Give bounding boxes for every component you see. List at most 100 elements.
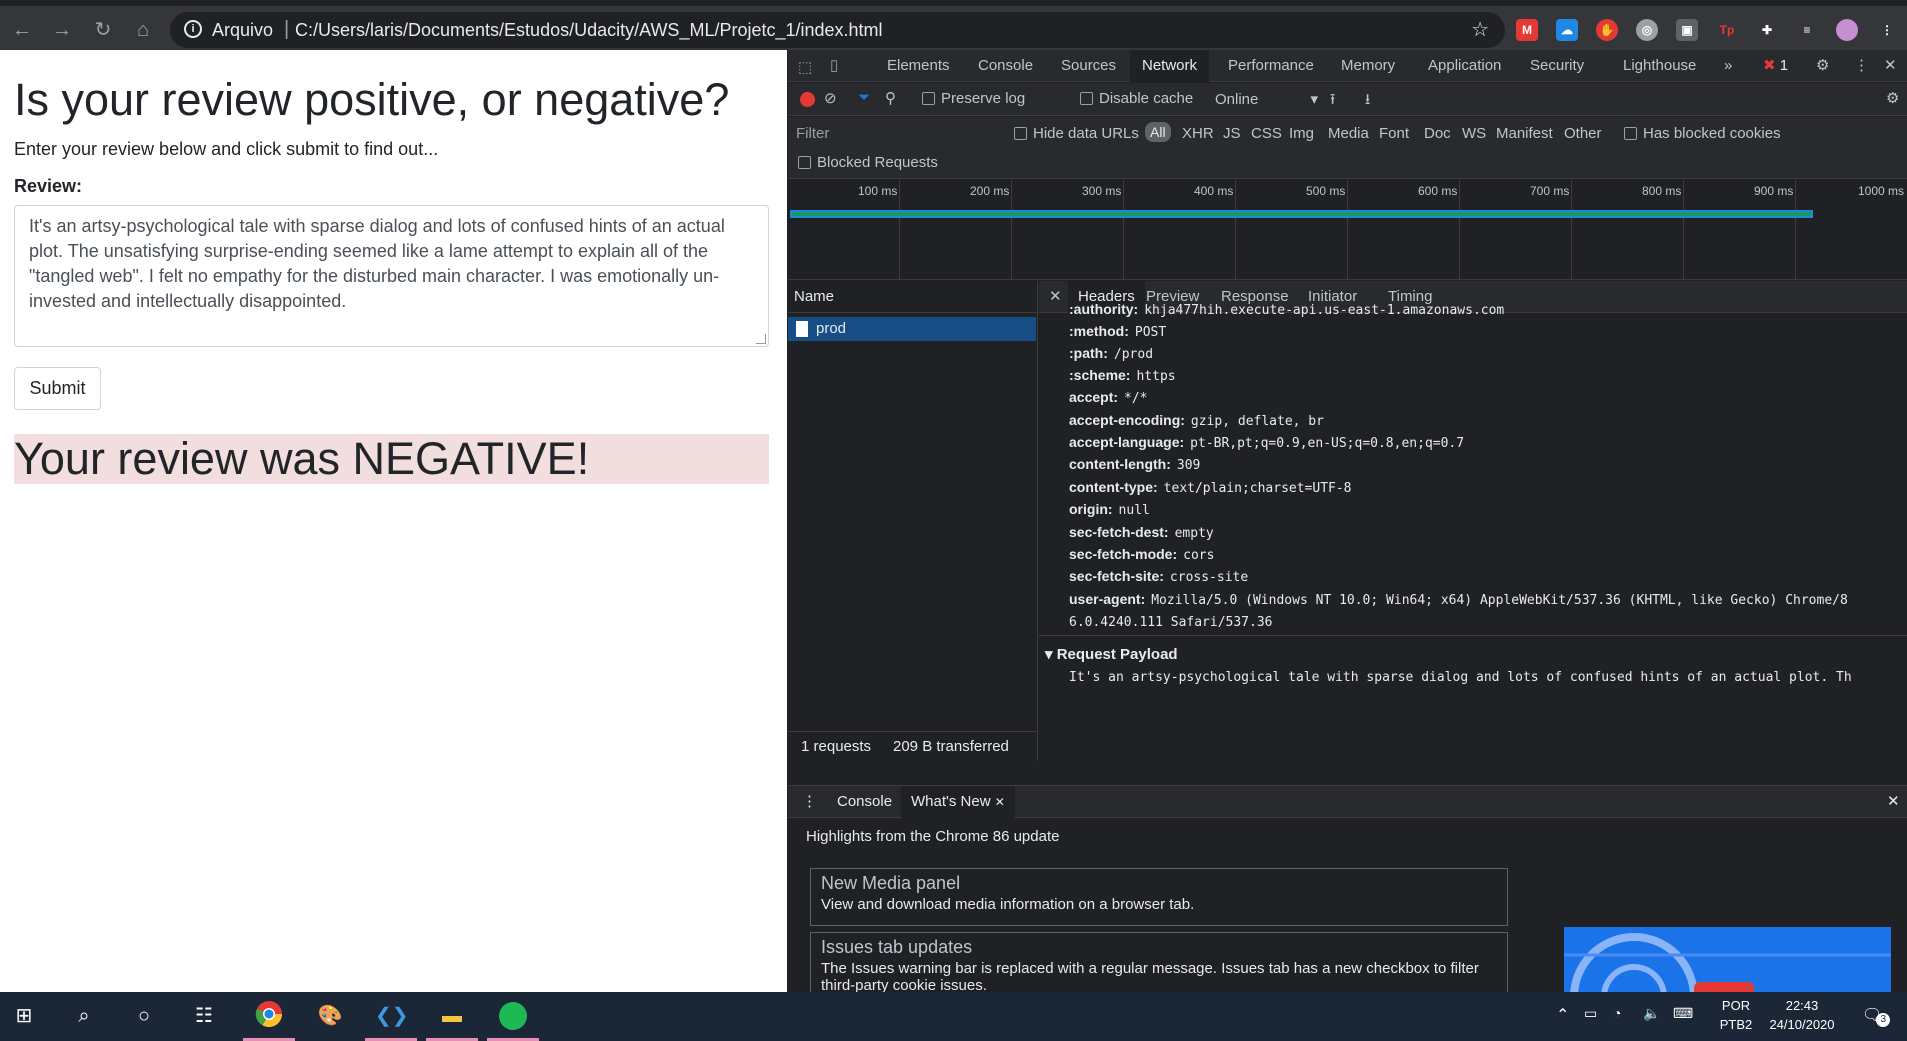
address-bar[interactable]: i Arquivo | C:/Users/laris/Documents/Est…	[170, 12, 1505, 48]
paint-app-icon[interactable]: 🎨	[314, 1000, 346, 1032]
drawer-close-icon[interactable]: ✕	[1887, 792, 1900, 810]
header-row: 6.0.4240.111 Safari/537.36	[1069, 613, 1273, 630]
tab-security[interactable]: Security	[1530, 50, 1584, 82]
tab-application[interactable]: Application	[1428, 50, 1501, 82]
export-har-icon[interactable]: ⭳	[1365, 89, 1370, 114]
submit-button[interactable]: Submit	[14, 367, 101, 410]
info-icon[interactable]: i	[184, 20, 202, 38]
whats-new-card[interactable]: Issues tab updates The Issues warning ba…	[810, 932, 1508, 993]
filter-type-css[interactable]: CSS	[1251, 125, 1282, 142]
filter-type-js[interactable]: JS	[1223, 125, 1241, 142]
close-details-icon[interactable]: ✕	[1049, 281, 1062, 313]
preserve-log-checkbox[interactable]: Preserve log	[922, 90, 1025, 107]
forward-icon[interactable]: →	[48, 16, 76, 44]
throttle-select[interactable]: Online ▾	[1215, 90, 1318, 108]
request-name: prod	[816, 320, 847, 337]
tab-sources[interactable]: Sources	[1061, 50, 1116, 82]
close-tab-icon[interactable]: ✕	[995, 795, 1005, 809]
has-blocked-cookies-label: Has blocked cookies	[1643, 125, 1781, 142]
language-indicator[interactable]: POR PTB2	[1716, 998, 1756, 1032]
preserve-log-label: Preserve log	[941, 90, 1026, 107]
request-payload-header[interactable]: ▾ Request Payload	[1045, 645, 1178, 663]
battery-icon[interactable]: ▭	[1584, 1005, 1597, 1022]
record-icon[interactable]	[800, 92, 815, 107]
filter-type-xhr[interactable]: XHR	[1182, 125, 1214, 142]
chrome-taskbar-icon[interactable]	[253, 1000, 285, 1032]
request-payload-body: It's an artsy-psychological tale with sp…	[1069, 670, 1852, 685]
blocked-requests-checkbox[interactable]: Blocked Requests	[798, 154, 938, 171]
filter-type-other[interactable]: Other	[1564, 125, 1602, 142]
back-icon[interactable]: ←	[8, 16, 36, 44]
vscode-icon[interactable]: ❮❯	[375, 1000, 409, 1032]
extensions-puzzle-icon[interactable]: ✚	[1756, 19, 1778, 41]
url-text[interactable]: C:/Users/laris/Documents/Estudos/Udacity…	[295, 20, 883, 41]
filter-type-img[interactable]: Img	[1289, 125, 1314, 142]
extension-tp-icon[interactable]: Tp	[1716, 19, 1738, 41]
drawer-tab-console[interactable]: Console	[837, 793, 892, 810]
drawer-menu-icon[interactable]: ⋮	[802, 792, 817, 810]
error-badge[interactable]: ✖ 1	[1763, 50, 1788, 82]
whats-new-card[interactable]: New Media panel View and download media …	[810, 868, 1508, 926]
tray-chevron-icon[interactable]: ⌃	[1556, 1005, 1569, 1025]
menu-dots-icon[interactable]: ⋮	[1876, 19, 1898, 41]
bookmark-star-icon[interactable]: ☆	[1471, 17, 1489, 42]
name-column-header[interactable]: Name	[788, 281, 1037, 313]
devtools-close-icon[interactable]: ✕	[1884, 50, 1897, 82]
file-explorer-icon[interactable]: ▬	[436, 1000, 468, 1032]
network-settings-icon[interactable]: ⚙	[1886, 89, 1899, 107]
has-blocked-cookies-checkbox[interactable]: Has blocked cookies	[1624, 125, 1781, 142]
more-tabs-icon[interactable]: »	[1724, 50, 1732, 82]
search-icon[interactable]: ⚲	[885, 89, 896, 107]
request-row[interactable]: prod	[788, 317, 1036, 341]
tab-memory[interactable]: Memory	[1341, 50, 1395, 82]
media-control-icon[interactable]: ≡	[1796, 19, 1818, 41]
clear-icon[interactable]: ⊘	[824, 89, 837, 107]
tab-performance[interactable]: Performance	[1228, 50, 1314, 82]
filter-input[interactable]: Filter	[796, 125, 996, 142]
cortana-icon[interactable]: ○	[128, 1000, 160, 1032]
filter-type-font[interactable]: Font	[1379, 125, 1409, 142]
keyboard-icon[interactable]: ⌨	[1673, 1005, 1693, 1022]
volume-icon[interactable]: 🔈	[1643, 1005, 1660, 1022]
search-icon[interactable]: ⌕	[68, 1000, 100, 1032]
header-value: 6.0.4240.111 Safari/537.36	[1069, 615, 1273, 630]
extension-cloud-icon[interactable]: ☁	[1556, 19, 1578, 41]
filter-type-all[interactable]: All	[1145, 122, 1171, 142]
profile-avatar[interactable]	[1836, 19, 1858, 41]
wifi-icon[interactable]: ◔	[1613, 1005, 1621, 1021]
disable-cache-checkbox[interactable]: Disable cache	[1080, 90, 1193, 107]
reload-icon[interactable]: ↻	[89, 16, 117, 44]
filter-type-doc[interactable]: Doc	[1424, 125, 1451, 142]
filter-type-ws[interactable]: WS	[1462, 125, 1486, 142]
settings-gear-icon[interactable]: ⚙	[1816, 50, 1829, 82]
review-textarea[interactable]: It's an artsy-psychological tale with sp…	[14, 205, 769, 347]
spotify-icon[interactable]	[497, 1000, 529, 1032]
windows-start-icon[interactable]: ⊞	[8, 1000, 40, 1032]
tab-elements[interactable]: Elements	[887, 50, 950, 82]
extension-hand-icon[interactable]: ✋	[1596, 19, 1618, 41]
timeline-gridline	[1571, 180, 1572, 280]
extension-square-icon[interactable]: ▣	[1676, 19, 1698, 41]
filter-type-manifest[interactable]: Manifest	[1496, 125, 1553, 142]
filter-funnel-icon[interactable]: ⏷	[858, 89, 870, 106]
resize-handle[interactable]	[756, 334, 766, 344]
filter-type-media[interactable]: Media	[1328, 125, 1369, 142]
inspect-icon[interactable]: ⬚	[798, 58, 812, 76]
drawer-tab-whats-new[interactable]: What's New ✕	[901, 786, 1015, 818]
clock[interactable]: 22:43 24/10/2020	[1762, 998, 1842, 1032]
tab-lighthouse[interactable]: Lighthouse	[1623, 50, 1696, 82]
header-key: accept-encoding:	[1069, 412, 1185, 428]
tab-console[interactable]: Console	[978, 50, 1033, 82]
promo-image[interactable]	[1564, 927, 1891, 993]
notification-center-icon[interactable]: 🗨 3	[1862, 1005, 1891, 1027]
device-toggle-icon[interactable]: ▯	[830, 56, 838, 74]
extension-circle-icon[interactable]: ◎	[1636, 19, 1658, 41]
import-har-icon[interactable]: ⭱	[1330, 89, 1335, 114]
network-timeline[interactable]: 100 ms 200 ms 300 ms 400 ms 500 ms 600 m…	[788, 180, 1907, 280]
hide-data-urls-checkbox[interactable]: Hide data URLs	[1014, 125, 1139, 142]
tab-network[interactable]: Network	[1130, 50, 1210, 82]
task-view-icon[interactable]: ☷	[188, 1000, 220, 1032]
home-icon[interactable]: ⌂	[129, 16, 157, 44]
devtools-menu-icon[interactable]: ⋮	[1854, 50, 1869, 82]
extension-m-icon[interactable]: M	[1516, 19, 1538, 41]
